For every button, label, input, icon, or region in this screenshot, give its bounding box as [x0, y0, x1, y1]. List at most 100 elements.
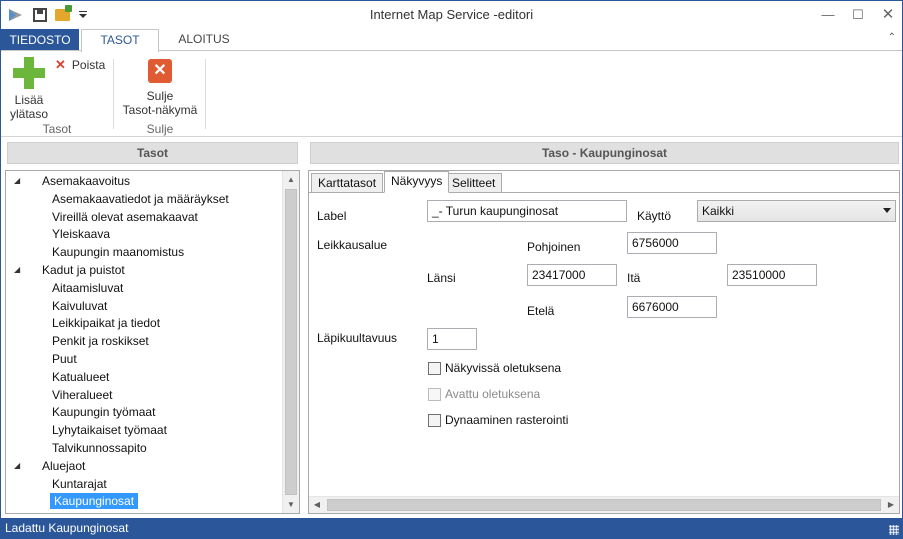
tree-item[interactable]: Kaupungin maanomistus [50, 243, 186, 261]
expand-triangle-icon[interactable]: ◢ [14, 261, 26, 279]
close-view-icon: ✕ [148, 59, 172, 83]
scroll-thumb[interactable] [327, 499, 881, 511]
tree-item[interactable]: Leikkipaikat ja tiedot [50, 314, 162, 332]
north-input[interactable]: 6756000 [627, 232, 717, 254]
plus-icon [13, 57, 45, 89]
resize-grip-icon[interactable] [889, 525, 899, 535]
usage-select-value: Kaikki [702, 204, 735, 218]
file-tab[interactable]: TIEDOSTO [1, 29, 79, 51]
tab-aloitus[interactable]: ALOITUS [165, 29, 243, 51]
tree-rows: ◢ Asemakaavoitus Asemakaavatiedot ja määrä… [6, 171, 282, 513]
scroll-right-icon[interactable]: ▶ [883, 497, 899, 513]
opacity-caption: Läpikuultavuus [317, 331, 398, 345]
visible-by-default-checkbox[interactable]: Näkyvissä oletuksena [428, 361, 561, 375]
tree-item-label: Penkit ja roskikset [52, 334, 149, 349]
ribbon-group-sulje: Sulje [146, 122, 174, 136]
tree-group-item[interactable]: ◢ Aluejaot [14, 457, 87, 475]
tree-item[interactable]: Yleiskaava [50, 225, 112, 243]
label-caption: Label [317, 209, 347, 223]
tree-item-label: Puut [52, 352, 77, 366]
tree-item-label: Viheralueet [52, 387, 113, 402]
tree-item[interactable]: Kaivuluvat [50, 297, 109, 315]
south-input[interactable]: 6676000 [627, 296, 717, 318]
status-bar: Ladattu Kaupunginosat [1, 518, 902, 538]
tab-karttatasot[interactable]: Karttatasot [311, 173, 384, 193]
opacity-input[interactable]: 1 [427, 328, 477, 350]
tree-item[interactable]: Vireillä olevat asemakaavat [50, 208, 200, 226]
status-text: Ladattu Kaupunginosat [5, 521, 129, 535]
tree-item[interactable]: Puut [50, 350, 79, 368]
add-top-level-label: Lisää ylätaso [9, 93, 49, 121]
tree-item-label: Kaupunginosat [50, 493, 139, 510]
remove-button[interactable]: ✕ Poista [55, 57, 105, 73]
ribbon-tab-bar: TIEDOSTO TASOT ALOITUS ⌃ [1, 29, 902, 52]
scroll-left-icon[interactable]: ◀ [309, 497, 325, 513]
tree-item-label: Leikkipaikat ja tiedot [52, 316, 161, 331]
close-layers-view-button[interactable]: ✕ Sulje Tasot-näkymä [117, 57, 203, 117]
expand-triangle-icon[interactable]: ◢ [14, 457, 26, 475]
main-window: Internet Map Service -editori — ☐ ✕ TIED… [0, 0, 903, 539]
close-window-button[interactable]: ✕ [873, 1, 903, 29]
dynamic-raster-label: Dynaaminen rasterointi [445, 413, 569, 427]
tree-item[interactable]: Asemakaavatiedot ja määräykset [50, 190, 231, 208]
north-caption: Pohjoinen [527, 240, 581, 254]
tab-tasot[interactable]: TASOT [81, 29, 159, 52]
close-layers-view-label: Sulje Tasot-näkymä [122, 89, 198, 117]
label-input[interactable]: _- Turun kaupunginosat [427, 200, 627, 222]
title-bar: Internet Map Service -editori — ☐ ✕ [1, 1, 902, 29]
tab-nakyvyys[interactable]: Näkyvyys [384, 171, 450, 193]
east-input[interactable]: 23510000 [727, 264, 817, 286]
add-top-level-button[interactable]: Lisää ylätaso [7, 57, 51, 121]
tree-item-label: Kuntarajat [52, 476, 107, 491]
tree-item[interactable]: Lyhytaikaiset työmaat [50, 421, 169, 439]
scroll-up-icon[interactable]: ▲ [283, 171, 299, 188]
tree-item[interactable]: Talvikunnossapito [50, 439, 149, 457]
tree-item[interactable]: Penkit ja roskikset [50, 332, 151, 350]
tree-group-item[interactable]: ◢ Asemakaavoitus [14, 172, 132, 190]
tree-item[interactable]: Aitaamisluvat [50, 279, 125, 297]
dynamic-raster-checkbox[interactable]: Dynaaminen rasterointi [428, 413, 568, 427]
tab-selitteet[interactable]: Selitteet [445, 173, 503, 193]
west-input[interactable]: 23417000 [527, 264, 617, 286]
details-horizontal-scrollbar[interactable]: ◀ ▶ [309, 496, 899, 513]
east-caption: Itä [627, 271, 641, 285]
usage-caption: Käyttö [637, 209, 672, 223]
tree-item-label: Kaivuluvat [52, 298, 108, 313]
tree-item[interactable]: Kaupunginosat [50, 492, 139, 510]
scroll-down-icon[interactable]: ▼ [283, 496, 299, 513]
scroll-thumb[interactable] [285, 189, 297, 495]
minimize-button[interactable]: — [813, 1, 843, 29]
expand-triangle-icon[interactable]: ◢ [14, 172, 26, 190]
tree-item-label: Aluejaot [42, 458, 86, 473]
collapse-ribbon-icon[interactable]: ⌃ [888, 32, 896, 43]
south-caption: Etelä [527, 304, 555, 318]
checkbox-box [428, 387, 441, 401]
maximize-button[interactable]: ☐ [843, 1, 873, 29]
tree-item[interactable]: Viheralueet [50, 386, 115, 404]
tree-item[interactable]: Katualueet [50, 368, 111, 386]
clip-area-caption: Leikkausalue [317, 238, 388, 252]
tree-item[interactable]: Kaupungin työmaat [50, 403, 157, 421]
tree-item-label: Lyhytaikaiset työmaat [52, 423, 167, 438]
checkbox-box [428, 361, 441, 375]
window-title: Internet Map Service -editori [369, 7, 534, 22]
tree-item-label: Kadut ja puistot [42, 263, 125, 277]
ribbon-separator [205, 59, 206, 129]
tree-vertical-scrollbar[interactable]: ▲ ▼ [282, 171, 299, 513]
ribbon-separator [113, 59, 114, 129]
tree-item-label: Vireillä olevat asemakaavat [52, 209, 198, 224]
ribbon-group-tasot: Tasot [42, 122, 72, 136]
tree-item[interactable]: Kuntarajat [50, 475, 109, 493]
tree-group-item[interactable]: ◢ Kadut ja puistot [14, 261, 127, 279]
open-by-default-checkbox: Avattu oletuksena [428, 387, 540, 401]
tree-item-label: Talvikunnossapito [52, 441, 147, 455]
usage-select[interactable]: Kaikki [697, 200, 896, 222]
remove-icon: ✕ [55, 57, 66, 72]
ribbon: Lisää ylätaso ✕ Poista Tasot ✕ Sulje Tasot… [1, 50, 902, 137]
tree-item-label: Aitaamisluvat [52, 280, 124, 295]
layers-panel-header: Tasot [7, 142, 298, 164]
chevron-down-icon [883, 208, 891, 213]
layer-details-panel: Karttatasot Näkyvyys Selitteet Label _- … [308, 170, 900, 514]
tree-item-label: Kaupungin työmaat [52, 405, 156, 420]
layer-tree[interactable]: ◢ Asemakaavoitus Asemakaavatiedot ja määrä… [5, 170, 300, 514]
